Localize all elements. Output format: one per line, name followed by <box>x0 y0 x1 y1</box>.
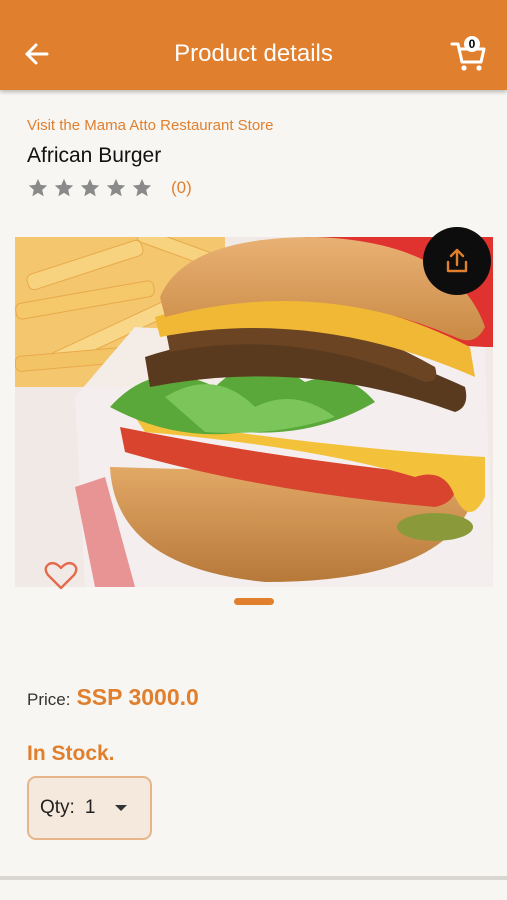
price-row: Price: SSP 3000.0 <box>27 684 199 711</box>
divider <box>0 876 507 880</box>
share-icon <box>446 248 468 273</box>
heart-icon <box>44 561 78 590</box>
star-icon <box>54 178 74 197</box>
carousel-indicator <box>234 598 274 605</box>
rating-count: (0) <box>171 178 192 197</box>
star-icon <box>80 178 100 197</box>
favorite-button[interactable] <box>44 561 78 591</box>
page-title: Product details <box>174 40 333 67</box>
star-icon <box>132 178 152 197</box>
chevron-down-icon <box>115 805 128 811</box>
product-name: African Burger <box>27 144 162 167</box>
stock-status: In Stock. <box>27 742 115 765</box>
burger-image <box>15 237 493 587</box>
quantity-label: Qty: <box>40 797 75 818</box>
star-icon <box>106 178 126 197</box>
cart-button[interactable]: 0 <box>449 36 489 76</box>
quantity-value: 1 <box>84 797 96 818</box>
app-bar: Product details 0 <box>0 0 507 90</box>
price-value: SSP 3000.0 <box>76 684 199 710</box>
price-label: Price: <box>27 690 71 709</box>
star-icon <box>28 178 48 197</box>
product-image[interactable] <box>15 237 493 587</box>
rating[interactable]: (0) <box>27 175 192 201</box>
visit-store-link[interactable]: Visit the Mama Atto Restaurant Store <box>27 117 274 134</box>
cart-count-badge: 0 <box>464 36 480 52</box>
share-button[interactable] <box>423 227 491 295</box>
quantity-dropdown[interactable]: Qty: 1 <box>27 776 152 840</box>
